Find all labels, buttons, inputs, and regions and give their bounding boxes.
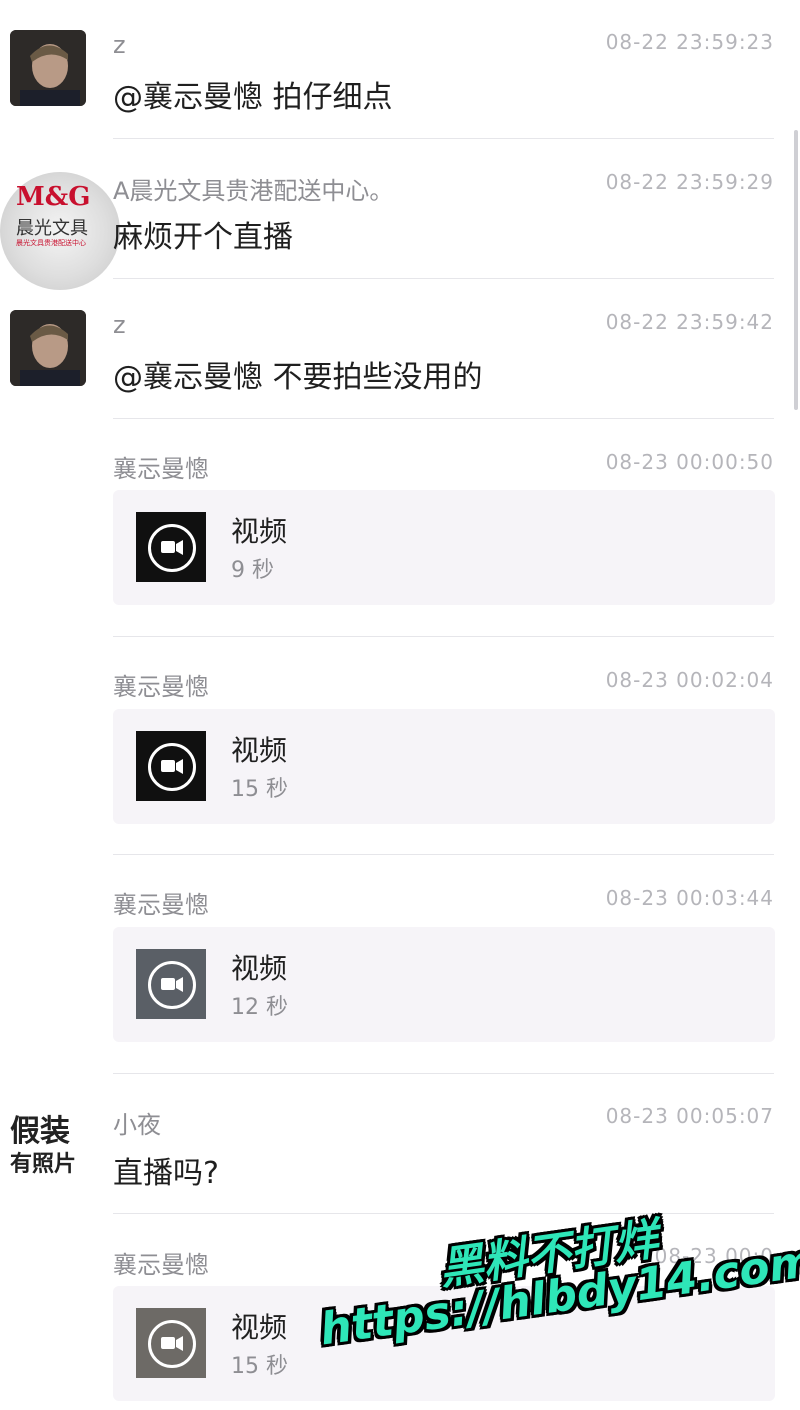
timestamp: 08-23 00:05:07: [605, 1104, 774, 1128]
video-title: 视频: [231, 515, 288, 548]
sender-name: z: [113, 31, 126, 59]
scrollbar[interactable]: [794, 130, 798, 410]
avatar[interactable]: M&G 晨光文具 晨光文具贵港配送中心: [0, 172, 120, 290]
divider: [113, 278, 774, 279]
video-camera-icon: [148, 961, 196, 1009]
timestamp: 08-22 23:59:23: [605, 30, 774, 54]
video-thumbnail[interactable]: [136, 512, 206, 582]
sender-name: 襄忈曼憁: [113, 1251, 209, 1279]
video-card[interactable]: 视频 12 秒: [113, 927, 775, 1042]
timestamp: 08-22 23:59:42: [605, 310, 774, 334]
portrait-photo-icon: [10, 310, 86, 386]
message-text: @襄忈曼憁 拍仔细点: [113, 80, 393, 115]
video-camera-icon: [148, 524, 196, 572]
video-duration: 15 秒: [231, 1354, 288, 1379]
sender-name: A晨光文具贵港配送中心。: [113, 177, 394, 205]
video-duration: 12 秒: [231, 995, 288, 1020]
timestamp: 08-23 00:00:50: [605, 450, 774, 474]
video-thumbnail[interactable]: [136, 1308, 206, 1378]
divider: [113, 854, 774, 855]
divider: [113, 418, 774, 419]
video-duration: 15 秒: [231, 777, 288, 802]
video-card[interactable]: 视频 15 秒: [113, 709, 775, 824]
avatar[interactable]: [10, 310, 86, 386]
video-camera-icon: [148, 1320, 196, 1368]
message-text: @襄忈曼憁 不要拍些没用的: [113, 360, 483, 395]
video-title: 视频: [231, 734, 288, 767]
video-camera-icon: [148, 743, 196, 791]
sender-name: 小夜: [113, 1111, 161, 1139]
brand-tagline: 晨光文具贵港配送中心: [16, 239, 86, 247]
brand-logo: M&G: [16, 182, 91, 212]
timestamp: 08-23 00:02:04: [605, 668, 774, 692]
sender-name: 襄忈曼憁: [113, 673, 209, 701]
video-thumbnail[interactable]: [136, 731, 206, 801]
portrait-photo-icon: [10, 30, 86, 106]
divider: [113, 1073, 774, 1074]
video-duration: 9 秒: [231, 558, 274, 583]
brand-name: 晨光文具: [16, 218, 88, 239]
video-thumbnail[interactable]: [136, 949, 206, 1019]
divider: [113, 138, 774, 139]
message-text: 麻烦开个直播: [113, 220, 293, 255]
calligraphy-line-1: 假装: [10, 1114, 70, 1149]
sender-name: z: [113, 311, 126, 339]
message-text: 直播吗?: [113, 1156, 219, 1191]
timestamp: 08-22 23:59:29: [605, 170, 774, 194]
avatar[interactable]: 假装 有照片: [8, 1106, 88, 1182]
divider: [113, 636, 774, 637]
sender-name: 襄忈曼憁: [113, 455, 209, 483]
timestamp: 08-23 00:03:44: [605, 886, 774, 910]
video-card[interactable]: 视频 9 秒: [113, 490, 775, 605]
video-title: 视频: [231, 952, 288, 985]
avatar[interactable]: [10, 30, 86, 106]
sender-name: 襄忈曼憁: [113, 891, 209, 919]
divider: [113, 1213, 774, 1214]
calligraphy-line-2: 有照片: [10, 1151, 77, 1177]
video-title: 视频: [231, 1311, 288, 1344]
